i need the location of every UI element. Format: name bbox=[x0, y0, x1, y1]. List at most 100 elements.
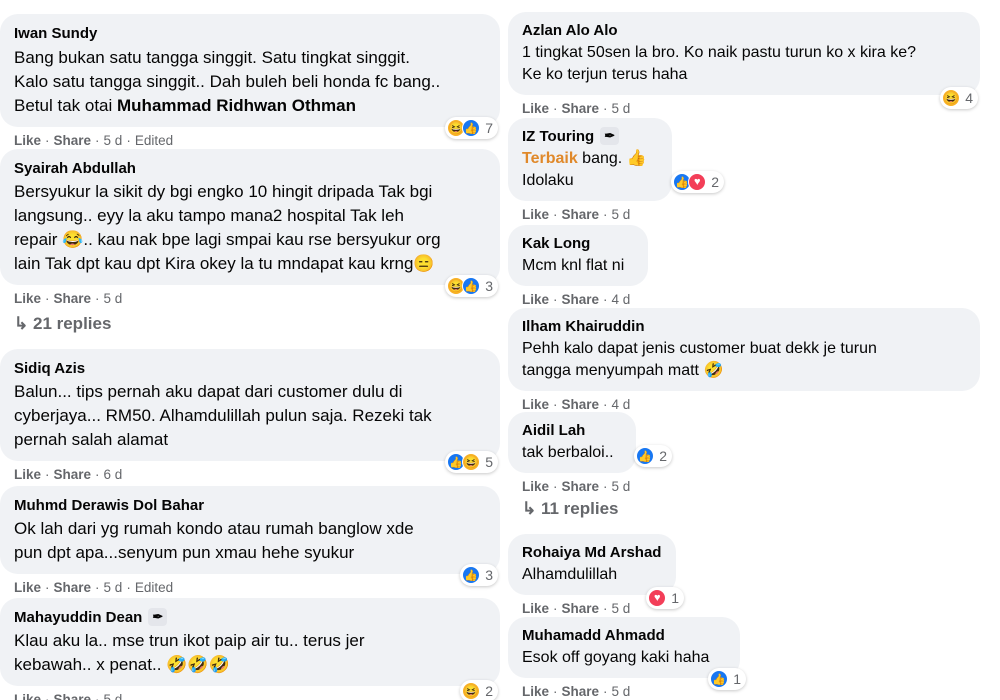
view-replies-link[interactable]: ↳ 21 replies bbox=[14, 314, 111, 334]
comment-timestamp[interactable]: 5 d bbox=[104, 580, 123, 595]
reaction-count: 3 bbox=[485, 567, 493, 583]
reaction-summary[interactable]: 👍 ♥ 2 bbox=[671, 171, 724, 193]
comment-text-line: Bersyukur la sikit dy bgi engko 10 hingi… bbox=[14, 182, 433, 201]
comment-author[interactable]: Kak Long bbox=[522, 234, 634, 253]
comment-text-line: Esok off goyang kaki haha bbox=[522, 649, 710, 666]
comment-text-line: repair 😂.. kau nak bpe lagi smpai kau rs… bbox=[14, 230, 441, 249]
share-button[interactable]: Share bbox=[562, 397, 600, 412]
reaction-summary[interactable]: 👍 😆 5 bbox=[445, 451, 498, 473]
comment-bubble: Kak Long Mcm knl flat ni bbox=[508, 225, 648, 286]
like-reaction-icon: 👍 bbox=[462, 119, 481, 137]
like-button[interactable]: Like bbox=[14, 580, 41, 595]
edited-label: Edited bbox=[134, 133, 174, 148]
reaction-summary[interactable]: 😆 2 bbox=[460, 680, 498, 700]
reaction-count: 3 bbox=[485, 278, 493, 294]
comment-author[interactable]: Muhamadd Ahmadd bbox=[522, 626, 726, 645]
top-fan-pen-icon: ✒ bbox=[148, 608, 168, 626]
comment-bubble: Aidil Lah tak berbaloi.. 👍 2 bbox=[508, 412, 672, 473]
share-button[interactable]: Share bbox=[562, 292, 600, 307]
comment-actions: Like · Share · 4 d bbox=[522, 397, 631, 412]
like-button[interactable]: Like bbox=[522, 207, 549, 222]
highlight-word: Terbaik bbox=[522, 150, 578, 167]
comment: Muhmd Derawis Dol Bahar Ok lah dari yg r… bbox=[0, 486, 500, 595]
replies-count: 11 replies bbox=[540, 499, 619, 518]
comment: Azlan Alo Alo 1 tingkat 50sen la bro. Ko… bbox=[508, 12, 980, 116]
comment-bubble: Mahayuddin Dean ✒ Klau aku la.. mse trun … bbox=[0, 598, 500, 700]
comment-bubble: Azlan Alo Alo 1 tingkat 50sen la bro. Ko… bbox=[508, 12, 980, 109]
comment-text-line: 1 tingkat 50sen la bro. Ko naik pastu tu… bbox=[522, 44, 917, 61]
comment-timestamp[interactable]: 5 d bbox=[612, 207, 631, 222]
comment-author[interactable]: Ilham Khairuddin bbox=[522, 317, 966, 336]
haha-reaction-icon: 😆 bbox=[942, 89, 961, 107]
reaction-summary[interactable]: ♥ 1 bbox=[646, 587, 684, 609]
like-button[interactable]: Like bbox=[522, 684, 549, 699]
comment-timestamp[interactable]: 5 d bbox=[104, 291, 123, 306]
comment: Mahayuddin Dean ✒ Klau aku la.. mse trun … bbox=[0, 598, 500, 700]
comment-author[interactable]: Azlan Alo Alo bbox=[522, 21, 966, 40]
comment-author[interactable]: Sidiq Azis bbox=[14, 359, 486, 378]
comment-actions: Like · Share · 5 d · Edited bbox=[14, 580, 174, 595]
comment: Sidiq Azis Balun... tips pernah aku dapa… bbox=[0, 349, 500, 482]
share-button[interactable]: Share bbox=[54, 133, 92, 148]
comment-author[interactable]: Rohaiya Md Arshad bbox=[522, 543, 662, 562]
comment-author[interactable]: Iwan Sundy bbox=[14, 24, 486, 43]
comment-timestamp[interactable]: 5 d bbox=[612, 601, 631, 616]
like-reaction-icon: 👍 bbox=[462, 566, 481, 584]
comment: Aidil Lah tak berbaloi.. 👍 2 Like · Share · 5… bbox=[508, 412, 672, 494]
like-button[interactable]: Like bbox=[522, 101, 549, 116]
like-button[interactable]: Like bbox=[522, 601, 549, 616]
comment-timestamp[interactable]: 5 d bbox=[612, 101, 631, 116]
share-button[interactable]: Share bbox=[54, 692, 92, 700]
reaction-count: 2 bbox=[711, 174, 719, 190]
comment-text-line: Ke ko terjun terus haha bbox=[522, 66, 688, 83]
reaction-summary[interactable]: 😆 4 bbox=[940, 87, 978, 109]
like-button[interactable]: Like bbox=[14, 291, 41, 306]
comment-author[interactable]: Syairah Abdullah bbox=[14, 159, 486, 178]
like-button[interactable]: Like bbox=[14, 467, 41, 482]
share-button[interactable]: Share bbox=[54, 580, 92, 595]
reaction-summary[interactable]: 👍 2 bbox=[634, 445, 672, 467]
mention-link[interactable]: Muhammad Ridhwan Othman bbox=[117, 96, 356, 115]
comment-actions: Like · Share · 5 d bbox=[522, 207, 631, 222]
comment-timestamp[interactable]: 6 d bbox=[104, 467, 123, 482]
share-button[interactable]: Share bbox=[562, 207, 600, 222]
comment-text-line: Mcm knl flat ni bbox=[522, 257, 625, 274]
comment-text-line: Kalo satu tangga singgit.. Dah buleh bel… bbox=[14, 72, 441, 91]
comment-actions: Like · Share · 5 d bbox=[522, 101, 631, 116]
share-button[interactable]: Share bbox=[562, 479, 600, 494]
like-button[interactable]: Like bbox=[14, 692, 41, 700]
comment-author[interactable]: IZ Touring bbox=[522, 128, 594, 145]
share-button[interactable]: Share bbox=[562, 601, 600, 616]
like-button[interactable]: Like bbox=[522, 292, 549, 307]
love-reaction-icon: ♥ bbox=[648, 589, 667, 607]
comment-text-line: pun dpt apa...senyum pun xmau hehe syuku… bbox=[14, 543, 355, 562]
reaction-summary[interactable]: 👍 3 bbox=[460, 564, 498, 586]
like-button[interactable]: Like bbox=[522, 479, 549, 494]
like-button[interactable]: Like bbox=[522, 397, 549, 412]
comment-timestamp[interactable]: 4 d bbox=[612, 292, 631, 307]
reaction-summary[interactable]: 😆 👍 7 bbox=[445, 117, 498, 139]
share-button[interactable]: Share bbox=[562, 684, 600, 699]
haha-reaction-icon: 😆 bbox=[462, 682, 481, 700]
comment-text-line: Idolaku bbox=[522, 172, 574, 189]
view-replies-link[interactable]: ↳ 11 replies bbox=[522, 499, 619, 519]
reply-arrow-icon: ↳ bbox=[522, 499, 537, 518]
comment-timestamp[interactable]: 5 d bbox=[612, 479, 631, 494]
comment-author[interactable]: Aidil Lah bbox=[522, 421, 622, 440]
comment-author[interactable]: Muhmd Derawis Dol Bahar bbox=[14, 496, 486, 515]
reaction-count: 5 bbox=[485, 454, 493, 470]
comment-text-line: Pehh kalo dapat jenis customer buat dekk… bbox=[522, 340, 877, 357]
comment-timestamp[interactable]: 4 d bbox=[612, 397, 631, 412]
comment-timestamp[interactable]: 5 d bbox=[612, 684, 631, 699]
comment-timestamp[interactable]: 5 d bbox=[104, 133, 123, 148]
reaction-summary[interactable]: 😆 👍 3 bbox=[445, 275, 498, 297]
share-button[interactable]: Share bbox=[562, 101, 600, 116]
top-fan-pen-icon: ✒ bbox=[600, 127, 620, 145]
reaction-summary[interactable]: 👍 1 bbox=[708, 668, 746, 690]
comment-timestamp[interactable]: 5 d bbox=[104, 692, 123, 700]
share-button[interactable]: Share bbox=[54, 467, 92, 482]
comment-bubble: Muhamadd Ahmadd Esok off goyang kaki hah… bbox=[508, 617, 746, 690]
comment-author[interactable]: Mahayuddin Dean bbox=[14, 609, 142, 626]
like-button[interactable]: Like bbox=[14, 133, 41, 148]
share-button[interactable]: Share bbox=[54, 291, 92, 306]
